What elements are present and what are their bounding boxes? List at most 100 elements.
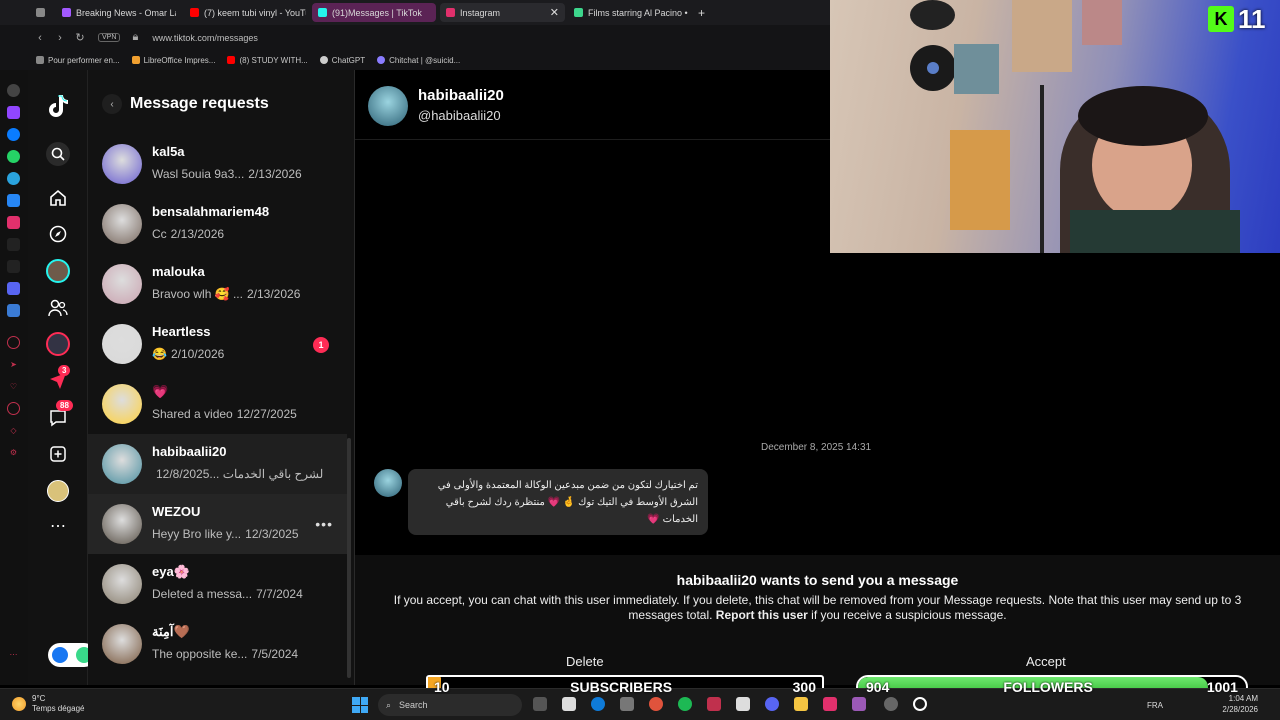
more-options-icon[interactable]: •••: [315, 516, 333, 532]
request-item[interactable]: آمِنَة🤎 The opposite ke... 7/5/2024: [88, 614, 347, 674]
store-icon[interactable]: [736, 697, 750, 711]
avatar[interactable]: [102, 144, 142, 184]
new-tab-button[interactable]: +: [692, 3, 712, 22]
friends-icon[interactable]: [46, 296, 70, 320]
tiktok-icon[interactable]: [7, 238, 20, 251]
bookmark-item[interactable]: Chitchat | @suicid...: [377, 56, 460, 65]
explore-icon[interactable]: [46, 222, 70, 246]
avatar[interactable]: [102, 624, 142, 664]
more-icon[interactable]: ⋯: [7, 648, 20, 661]
file-icon[interactable]: [562, 697, 576, 711]
scrollbar[interactable]: [347, 438, 351, 678]
whatsapp-icon[interactable]: [7, 150, 20, 163]
back-icon[interactable]: ‹: [30, 32, 50, 44]
app-icon[interactable]: [7, 304, 20, 317]
cube-icon[interactable]: ◇: [7, 424, 20, 437]
avatar[interactable]: [374, 469, 402, 497]
close-tab-icon[interactable]: ✕: [550, 6, 559, 19]
opera-icon[interactable]: [649, 697, 663, 711]
request-item[interactable]: habibaalii20 لشرح باقي الخدمات ...12/8/20…: [88, 434, 347, 494]
profile-avatar[interactable]: [46, 479, 70, 503]
avatar[interactable]: [102, 264, 142, 304]
avatar[interactable]: [102, 384, 142, 424]
avatar[interactable]: [368, 86, 408, 126]
chatgpt-icon[interactable]: [7, 84, 20, 97]
x-icon[interactable]: [7, 260, 20, 273]
hair: [1078, 86, 1208, 146]
tab-tiktok-messages[interactable]: (91)Messages | TikTok: [312, 3, 436, 22]
request-item[interactable]: Heartless 😂 2/10/2026 1: [88, 314, 347, 374]
task-view-icon[interactable]: [533, 697, 547, 711]
delete-button[interactable]: Delete: [566, 654, 604, 669]
home-icon[interactable]: [46, 186, 70, 210]
tab-youtube[interactable]: (7) keem tubi vinyl - YouTu: [184, 3, 306, 22]
back-button[interactable]: ‹: [102, 94, 122, 114]
avatar[interactable]: [102, 504, 142, 544]
browser-icon[interactable]: [707, 697, 721, 711]
search-icon[interactable]: [46, 142, 70, 166]
clock-icon[interactable]: [7, 402, 20, 415]
language-indicator[interactable]: FRA: [1147, 701, 1163, 710]
request-item[interactable]: WEZOU Heyy Bro like y... 12/3/2025 •••: [88, 494, 347, 554]
gear-icon[interactable]: ⚙: [7, 446, 20, 459]
subs-label: SUBSCRIBERS: [570, 679, 673, 695]
bookmark-item[interactable]: Pour performer en...: [36, 56, 120, 65]
activity-icon[interactable]: 3: [46, 365, 71, 393]
accept-button[interactable]: Accept: [1026, 654, 1066, 669]
bookmark-item[interactable]: LibreOffice Impres...: [131, 56, 215, 65]
vinyl-record: [910, 0, 955, 30]
app-icon[interactable]: [620, 697, 634, 711]
messenger-icon[interactable]: [7, 128, 20, 141]
live-icon[interactable]: [46, 332, 70, 356]
tiktok-logo-icon[interactable]: [46, 94, 70, 118]
obs-icon[interactable]: [913, 697, 927, 711]
tab-films[interactable]: Films starring Al Pacino •: [568, 3, 688, 22]
live-avatar-icon[interactable]: [46, 259, 70, 283]
avatar[interactable]: [102, 324, 142, 364]
twitch-icon[interactable]: [7, 106, 20, 119]
upload-icon[interactable]: [46, 442, 70, 466]
avatar[interactable]: [102, 564, 142, 604]
app-icon[interactable]: [884, 697, 898, 711]
discord-icon[interactable]: [7, 282, 20, 295]
bookmark-item[interactable]: (8) STUDY WITH...: [227, 56, 308, 65]
system-clock[interactable]: 1:04 AM 2/28/2026: [1222, 693, 1258, 715]
heart-icon[interactable]: ♡: [7, 380, 20, 393]
weather-widget[interactable]: 9°C Temps dégagé: [12, 694, 84, 714]
request-item[interactable]: eya🌸 Deleted a messa... 7/7/2024: [88, 554, 347, 614]
telegram-icon[interactable]: [7, 172, 20, 185]
url-field[interactable]: www.tiktok.com/messages: [152, 33, 258, 43]
instagram-icon[interactable]: [7, 216, 20, 229]
request-item[interactable]: malouka Bravoo wlh 🥰 ... 2/13/2026: [88, 254, 347, 314]
avatar[interactable]: [102, 444, 142, 484]
vpn-badge[interactable]: VPN: [98, 33, 121, 42]
edge-icon[interactable]: [591, 697, 605, 711]
avatar[interactable]: [102, 204, 142, 244]
messages-icon[interactable]: 88: [46, 400, 73, 430]
request-item[interactable]: bensalahmariem48 Cc 2/13/2026: [88, 194, 347, 254]
address-bar: ‹ › ↻ VPN 🔒︎ www.tiktok.com/messages: [0, 25, 830, 50]
vk-icon[interactable]: [7, 194, 20, 207]
send-icon[interactable]: ➤: [7, 358, 20, 371]
settings-icon[interactable]: [7, 336, 20, 349]
tab-workspaces[interactable]: [30, 3, 54, 22]
app-icon[interactable]: [852, 697, 866, 711]
instagram-icon[interactable]: [823, 697, 837, 711]
discord-icon[interactable]: [765, 697, 779, 711]
request-date: 7/7/2024: [256, 587, 303, 601]
windows-start-icon[interactable]: [352, 697, 368, 713]
request-item[interactable]: 💗 Shared a video 12/27/2025: [88, 374, 347, 434]
forward-icon[interactable]: ›: [50, 32, 70, 44]
request-item[interactable]: kal5a Wasl 5ouia 9a3... 2/13/2026: [88, 134, 347, 194]
spotify-icon[interactable]: [678, 697, 692, 711]
more-icon[interactable]: ⋯: [46, 514, 70, 538]
reload-icon[interactable]: ↻: [70, 31, 90, 44]
chat-username[interactable]: habibaalii20: [418, 87, 504, 104]
folder-icon[interactable]: [794, 697, 808, 711]
tab-instagram[interactable]: Instagram ✕: [440, 3, 565, 22]
report-user-link[interactable]: Report this user: [716, 608, 808, 622]
preview-text: Wasl 5ouia 9a3...: [152, 167, 245, 181]
taskbar-search[interactable]: ⌕ Search: [378, 694, 522, 716]
bookmark-item[interactable]: ChatGPT: [319, 56, 365, 65]
tab-breaking-news[interactable]: Breaking News - Omar Lay: [56, 3, 176, 22]
